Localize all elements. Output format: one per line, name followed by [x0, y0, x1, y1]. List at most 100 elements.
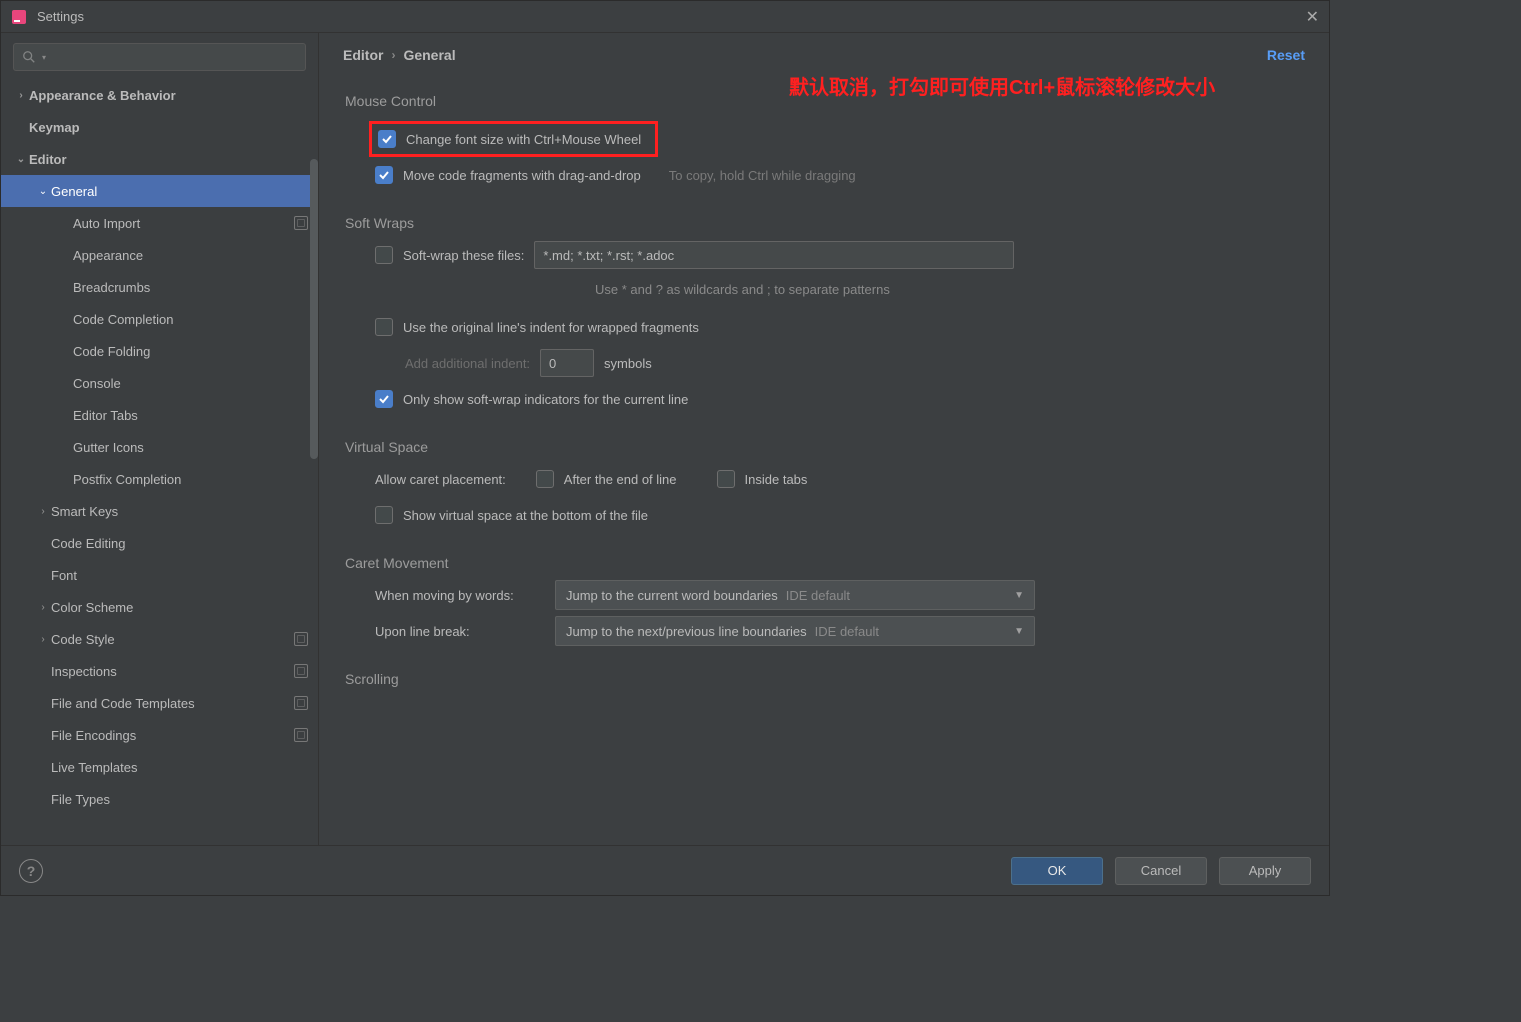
tree-item-label: Appearance — [73, 248, 308, 263]
section-virtual-space: Virtual Space — [345, 439, 1303, 455]
tree-item[interactable]: Auto Import — [1, 207, 318, 239]
scheme-icon — [294, 216, 308, 230]
checkbox-original-indent[interactable] — [375, 318, 393, 336]
section-scrolling: Scrolling — [345, 671, 1303, 687]
label-original-indent: Use the original line's indent for wrapp… — [403, 320, 699, 335]
chevron-down-icon: ⌄ — [13, 154, 29, 165]
sidebar: ▾ ›Appearance & BehaviorKeymap⌄Editor⌄Ge… — [1, 33, 319, 845]
label-by-words: When moving by words: — [375, 588, 545, 603]
tree-item[interactable]: File and Code Templates — [1, 687, 318, 719]
scheme-icon — [294, 632, 308, 646]
dialog-footer: ? OK Cancel Apply — [1, 845, 1329, 895]
checkbox-change-font-size[interactable] — [378, 130, 396, 148]
tree-item-label: Font — [51, 568, 308, 583]
label-add-indent: Add additional indent: — [405, 356, 530, 371]
tree-item-label: Console — [73, 376, 308, 391]
apply-button[interactable]: Apply — [1219, 857, 1311, 885]
tree-item-label: Code Folding — [73, 344, 308, 359]
label-softwrap-files: Soft-wrap these files: — [403, 248, 524, 263]
tree-item[interactable]: ⌄General — [1, 175, 318, 207]
input-softwrap-patterns[interactable] — [534, 241, 1014, 269]
dropdown-by-words[interactable]: Jump to the current word boundaries IDE … — [555, 580, 1035, 610]
tree-item-label: Editor Tabs — [73, 408, 308, 423]
tree-item[interactable]: ›Appearance & Behavior — [1, 79, 318, 111]
tree-item[interactable]: File Encodings — [1, 719, 318, 751]
tree-item-label: File Types — [51, 792, 308, 807]
tree-item[interactable]: ›Color Scheme — [1, 591, 318, 623]
tree-item-label: Auto Import — [73, 216, 288, 231]
help-button[interactable]: ? — [19, 859, 43, 883]
tree-item-label: Inspections — [51, 664, 288, 679]
tree-item[interactable]: Keymap — [1, 111, 318, 143]
checkbox-drag-and-drop[interactable] — [375, 166, 393, 184]
tree-item[interactable]: Code Folding — [1, 335, 318, 367]
label-inside-tabs: Inside tabs — [745, 472, 808, 487]
label-only-current-line: Only show soft-wrap indicators for the c… — [403, 392, 688, 407]
checkbox-virtual-bottom[interactable] — [375, 506, 393, 524]
checkbox-inside-tabs[interactable] — [717, 470, 735, 488]
label-change-font-size: Change font size with Ctrl+Mouse Wheel — [406, 132, 641, 147]
tree-item[interactable]: Code Completion — [1, 303, 318, 335]
tree-item-label: Postfix Completion — [73, 472, 308, 487]
window-title: Settings — [37, 9, 1306, 24]
tree-item[interactable]: Appearance — [1, 239, 318, 271]
titlebar: Settings ✕ — [1, 1, 1329, 33]
search-filter-caret-icon: ▾ — [42, 53, 46, 62]
section-soft-wraps: Soft Wraps — [345, 215, 1303, 231]
close-icon[interactable]: ✕ — [1306, 7, 1319, 27]
tree-item[interactable]: Inspections — [1, 655, 318, 687]
dropdown-line-break-value: Jump to the next/previous line boundarie… — [566, 624, 807, 639]
annotation-text: 默认取消，打勾即可使用Ctrl+鼠标滚轮修改大小 — [789, 71, 1215, 100]
chevron-right-icon: › — [391, 48, 395, 62]
reset-link[interactable]: Reset — [1267, 47, 1305, 63]
tree-item-label: Gutter Icons — [73, 440, 308, 455]
input-add-indent[interactable] — [540, 349, 594, 377]
label-after-eol: After the end of line — [564, 472, 677, 487]
tree-item[interactable]: Postfix Completion — [1, 463, 318, 495]
tree-item[interactable]: Breadcrumbs — [1, 271, 318, 303]
label-line-break: Upon line break: — [375, 624, 545, 639]
checkbox-softwrap-files[interactable] — [375, 246, 393, 264]
scheme-icon — [294, 696, 308, 710]
tree-item[interactable]: Gutter Icons — [1, 431, 318, 463]
cancel-button[interactable]: Cancel — [1115, 857, 1207, 885]
tree-item-label: Smart Keys — [51, 504, 308, 519]
tree-item[interactable]: Live Templates — [1, 751, 318, 783]
ok-button[interactable]: OK — [1011, 857, 1103, 885]
settings-tree[interactable]: ›Appearance & BehaviorKeymap⌄Editor⌄Gene… — [1, 79, 318, 845]
tree-item[interactable]: Console — [1, 367, 318, 399]
chevron-down-icon: ▼ — [1014, 590, 1024, 601]
highlight-change-font: Change font size with Ctrl+Mouse Wheel — [369, 121, 658, 157]
tree-item[interactable]: Editor Tabs — [1, 399, 318, 431]
tree-item[interactable]: ⌄Editor — [1, 143, 318, 175]
tree-item-label: General — [51, 184, 308, 199]
search-input[interactable]: ▾ — [13, 43, 306, 71]
section-caret-movement: Caret Movement — [345, 555, 1303, 571]
search-icon — [22, 50, 36, 64]
tree-item[interactable]: File Types — [1, 783, 318, 815]
dropdown-by-words-suffix: IDE default — [786, 588, 850, 603]
tree-item-label: Appearance & Behavior — [29, 88, 308, 103]
label-drag-and-drop: Move code fragments with drag-and-drop — [403, 168, 641, 183]
tree-item-label: File and Code Templates — [51, 696, 288, 711]
app-icon — [11, 9, 27, 25]
label-virtual-bottom: Show virtual space at the bottom of the … — [403, 508, 648, 523]
dropdown-by-words-value: Jump to the current word boundaries — [566, 588, 778, 603]
checkbox-only-current-line[interactable] — [375, 390, 393, 408]
tree-item[interactable]: Code Editing — [1, 527, 318, 559]
checkbox-after-eol[interactable] — [536, 470, 554, 488]
scheme-icon — [294, 664, 308, 678]
chevron-down-icon: ▼ — [1014, 626, 1024, 637]
tree-item[interactable]: Font — [1, 559, 318, 591]
dropdown-line-break[interactable]: Jump to the next/previous line boundarie… — [555, 616, 1035, 646]
settings-window: Settings ✕ ▾ ›Appearance & BehaviorKeyma… — [0, 0, 1330, 896]
breadcrumb-item[interactable]: Editor — [343, 47, 383, 63]
tree-item-label: Live Templates — [51, 760, 308, 775]
settings-scroll[interactable]: 默认取消，打勾即可使用Ctrl+鼠标滚轮修改大小 Mouse Control C… — [319, 71, 1329, 845]
scrollbar-thumb[interactable] — [310, 159, 318, 459]
content-pane: Editor › General Reset 默认取消，打勾即可使用Ctrl+鼠… — [319, 33, 1329, 845]
tree-item[interactable]: ›Code Style — [1, 623, 318, 655]
breadcrumb: Editor › General — [343, 47, 1267, 63]
hint-softwrap-patterns: Use * and ? as wildcards and ; to separa… — [595, 282, 890, 297]
tree-item[interactable]: ›Smart Keys — [1, 495, 318, 527]
